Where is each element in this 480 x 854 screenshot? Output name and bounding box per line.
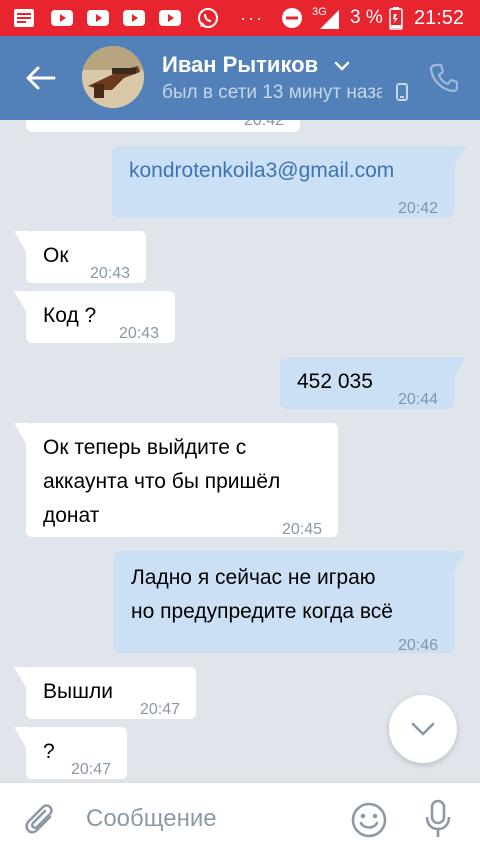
message-time: 20:43 xyxy=(118,325,159,342)
clock: 21:52 xyxy=(414,6,465,29)
youtube-icon xyxy=(51,10,73,26)
scroll-to-bottom-button[interactable] xyxy=(389,695,457,763)
message-text: Вышли xyxy=(43,680,113,703)
attach-icon[interactable] xyxy=(24,803,58,839)
email-link[interactable]: kondrotenkoila3@gmail.com xyxy=(129,154,394,188)
battery-percent: 3 % xyxy=(350,7,383,28)
message-list[interactable]: 20:42 kondrotenkoila3@gmail.com 20:42 Ок… xyxy=(0,120,480,782)
message-bubble-partial[interactable]: 20:42 xyxy=(26,120,300,132)
message-bubble-outgoing[interactable]: kondrotenkoila3@gmail.com 20:42 xyxy=(112,146,454,218)
message-time: 20:47 xyxy=(139,701,180,718)
message-input[interactable]: Сообщение xyxy=(86,805,217,833)
chevron-down-icon xyxy=(411,722,435,736)
message-text: ? xyxy=(43,740,55,763)
message-time: 20:42 xyxy=(243,120,284,129)
message-time: 20:42 xyxy=(397,200,438,217)
message-text: 452 035 xyxy=(297,370,373,393)
message-text: Ок теперь выйдите с аккаунта что бы приш… xyxy=(43,436,281,527)
microphone-icon[interactable] xyxy=(424,799,452,839)
message-time: 20:45 xyxy=(281,521,322,538)
back-arrow-icon[interactable] xyxy=(24,64,56,92)
mobile-phone-icon xyxy=(396,83,408,101)
message-time: 20:47 xyxy=(70,761,111,778)
message-text: Ок xyxy=(43,244,69,267)
avatar[interactable] xyxy=(82,46,144,108)
last-seen-status: был в сети 13 минут назад xyxy=(162,82,382,103)
youtube-icon xyxy=(159,10,181,26)
youtube-icon xyxy=(123,10,145,26)
message-bubble-incoming[interactable]: Ок 20:43 xyxy=(26,231,146,283)
chevron-down-icon[interactable] xyxy=(334,60,350,72)
message-input-bar: Сообщение xyxy=(0,782,480,854)
whatsapp-icon xyxy=(198,8,218,28)
message-time: 20:46 xyxy=(397,637,438,654)
call-icon[interactable] xyxy=(428,62,460,94)
message-bubble-outgoing[interactable]: 452 035 20:44 xyxy=(280,357,454,409)
news-icon xyxy=(14,9,34,27)
message-bubble-incoming[interactable]: ? 20:47 xyxy=(26,727,127,779)
message-bubble-incoming[interactable]: Вышли 20:47 xyxy=(26,667,196,719)
message-text: Ладно я сейчас не играю но предупредите … xyxy=(131,566,393,623)
contact-name[interactable]: Иван Рытиков xyxy=(162,52,318,78)
chat-header: Иван Рытиков был в сети 13 минут назад xyxy=(0,36,480,120)
message-time: 20:44 xyxy=(397,391,438,408)
status-bar: ··· 3G 3 % 21:52 xyxy=(0,0,480,36)
message-bubble-outgoing[interactable]: Ладно я сейчас не играю но предупредите … xyxy=(114,551,454,654)
signal-icon xyxy=(320,10,339,29)
message-bubble-incoming[interactable]: Код ? 20:43 xyxy=(26,291,175,343)
do-not-disturb-icon xyxy=(282,8,302,28)
emoji-icon[interactable] xyxy=(350,801,388,839)
message-text: Код ? xyxy=(43,304,97,327)
more-notifications: ··· xyxy=(240,7,264,28)
message-time: 20:43 xyxy=(89,265,130,282)
message-bubble-incoming[interactable]: Ок теперь выйдите с аккаунта что бы приш… xyxy=(26,423,338,538)
battery-icon xyxy=(389,7,403,30)
youtube-icon xyxy=(87,10,109,26)
